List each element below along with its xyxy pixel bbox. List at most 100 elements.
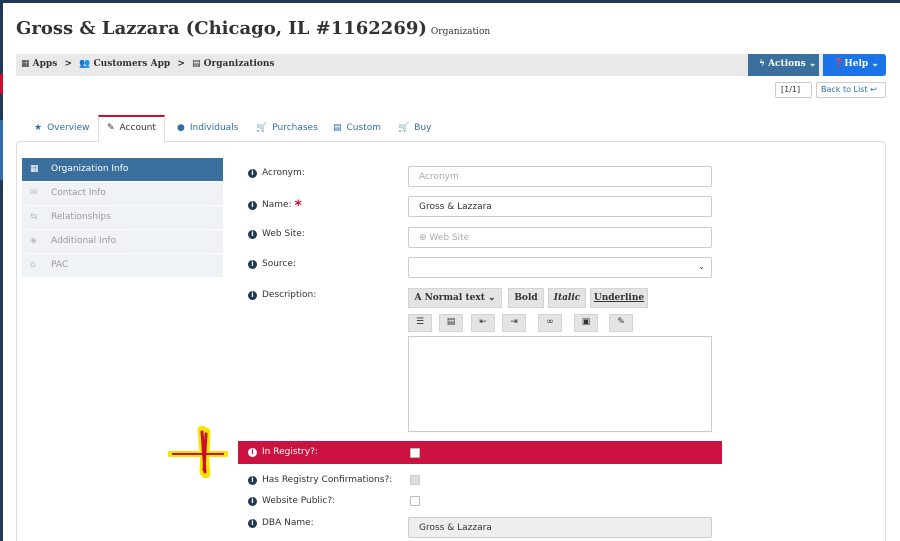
acronym-label: i Acronym: [248,168,305,178]
outdent-icon[interactable]: ⇤ [471,314,495,332]
globe-icon: ⊕ [419,233,427,243]
envelope-icon: ✉ [30,188,38,198]
sidebar-item-label: Additional Info [51,236,117,246]
tab-individuals[interactable]: ● Individuals [177,115,238,141]
record-pager[interactable]: [1/1] [775,82,812,98]
back-to-list-label: Back to List [821,85,868,94]
building-icon: ▦ [30,164,39,174]
underline-button[interactable]: Underline [590,288,648,308]
page-title: Gross & Lazzara (Chicago, IL #1162269) Or… [16,18,491,39]
question-icon: ❓ [833,59,845,69]
tag-icon: ◈ [30,236,37,246]
tab-label: Purchases [272,123,318,133]
sidebar-item-pac[interactable]: ⌂ PAC [22,254,223,277]
website-label: i Web Site: [248,229,305,239]
breadcrumb-apps[interactable]: Apps [33,59,58,69]
back-to-list-button[interactable]: Back to List ↩ [816,82,886,98]
numbered-list-icon[interactable]: ▤ [439,314,463,332]
description-editor[interactable] [408,336,712,432]
sidebar-item-contact-info[interactable]: ✉ Contact Info [22,182,223,205]
indent-icon[interactable]: ⇥ [502,314,526,332]
cart-icon: 🛒 [256,123,268,133]
italic-button[interactable]: Italic [548,288,586,308]
required-marker: * [294,198,302,214]
dba-name-input[interactable]: Gross & Lazzara [408,517,712,538]
sidebar-item-additional-info[interactable]: ◈ Additional Info [22,230,223,253]
tab-custom[interactable]: ▤ Custom [333,115,381,141]
apps-grid-icon: ▦ [21,59,30,69]
tab-buy[interactable]: 🛒 Buy [398,115,431,141]
info-icon: i [248,260,257,269]
bullet-list-icon[interactable]: ☰ [408,314,432,332]
exchange-icon: ⇆ [30,212,38,222]
tab-overview[interactable]: ★ Overview [34,115,89,141]
in-registry-checkbox[interactable] [410,448,420,458]
source-label: i Source: [248,259,296,269]
bold-button[interactable]: Bold [508,288,544,308]
clear-format-icon[interactable]: ✎ [609,314,633,332]
sidebar-item-relationships[interactable]: ⇆ Relationships [22,206,223,229]
acronym-input[interactable]: Acronym [408,166,712,187]
website-public-label: i Website Public?: [248,496,335,506]
section-sidebar: ▦ Organization Info ✉ Contact Info ⇆ Relati… [22,158,223,278]
info-icon: i [248,448,257,457]
info-icon: i [248,497,257,506]
tab-account[interactable]: ✎ Account [98,115,165,142]
breadcrumb-separator: > [64,59,72,69]
tab-label: Individuals [189,123,239,133]
star-icon: ★ [34,123,43,133]
info-icon: i [248,169,257,178]
chevron-down-icon: ⌄ [698,262,705,271]
page-subtitle: Organization [430,27,491,37]
dba-name-label: i DBA Name: [248,518,314,528]
info-icon: i [248,201,257,210]
annotation-marker [168,426,228,478]
info-icon: i [248,291,257,300]
users-icon: 👥 [79,59,91,69]
name-label: i Name: * [248,198,302,214]
bank-icon: ⌂ [30,260,36,270]
website-public-checkbox[interactable] [410,496,420,506]
edit-icon: ✎ [107,123,115,133]
tab-label: Buy [414,123,432,133]
in-registry-label: i In Registry?: [248,447,318,457]
in-registry-row: i In Registry?: [238,441,722,464]
help-button[interactable]: ❓Help ⌄ [823,54,886,76]
top-strip [0,0,900,3]
chevron-down-icon: ⌄ [871,59,879,69]
sidebar-item-label: Contact Info [51,188,106,198]
website-input[interactable]: ⊕ Web Site [408,227,712,248]
tab-label: Custom [346,123,381,133]
sidebar-item-label: PAC [51,260,69,270]
has-registry-confirmations-label: i Has Registry Confirmations?: [248,475,392,485]
actions-label: Actions [768,59,806,69]
has-registry-confirmations-checkbox[interactable] [410,475,420,485]
format-dropdown[interactable]: A Normal text ⌄ [408,288,502,308]
reply-icon: ↩ [870,85,877,94]
tab-label: Account [119,123,156,133]
breadcrumb-customers-app[interactable]: Customers App [93,59,170,69]
building-icon: ▤ [192,59,201,69]
info-icon: i [248,230,257,239]
info-icon: i [248,476,257,485]
cart-icon: 🛒 [398,123,410,133]
link-icon[interactable]: ∞ [538,314,562,332]
user-icon: ● [177,123,185,133]
bolt-icon: ϟ [759,59,765,69]
help-label: Help [844,59,869,69]
chevron-down-icon: ⌄ [808,59,817,69]
actions-button[interactable]: ϟ Actions ⌄ [748,54,819,76]
tab-purchases[interactable]: 🛒 Purchases [256,115,318,141]
left-strip [0,0,3,541]
breadcrumb-separator: > [177,59,185,69]
info-icon: i [248,519,257,528]
sidebar-item-label: Organization Info [51,164,129,174]
name-input[interactable]: Gross & Lazzara [408,196,712,217]
sidebar-item-organization-info[interactable]: ▦ Organization Info [22,158,223,181]
breadcrumb-organizations[interactable]: Organizations [204,59,275,69]
source-select[interactable]: ⌄ [408,257,712,278]
file-icon: ▤ [333,123,342,133]
image-icon[interactable]: ▣ [574,314,598,332]
sidebar-item-label: Relationships [51,212,111,222]
tab-label: Overview [47,123,90,133]
